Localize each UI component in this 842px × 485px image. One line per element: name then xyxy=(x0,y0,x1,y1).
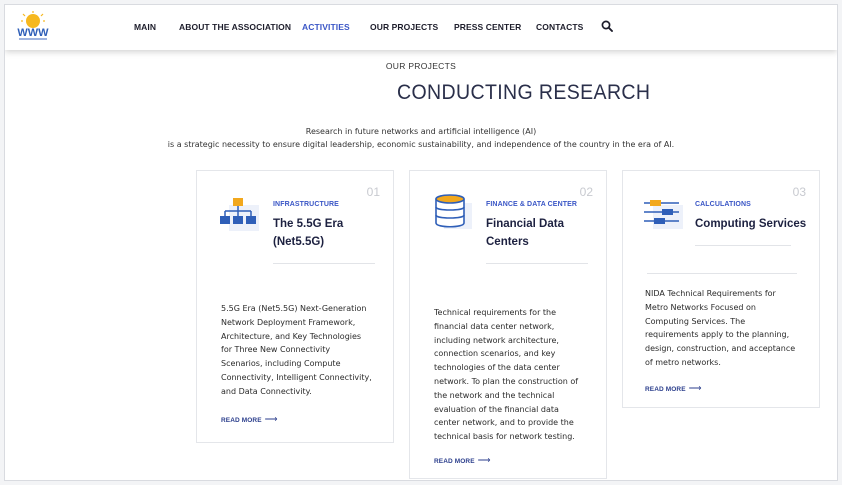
desc-line: center network, and to provide the xyxy=(434,418,574,428)
card-number: 02 xyxy=(579,185,593,199)
card-description: NIDA Technical Requirements for Metro Ne… xyxy=(645,287,795,370)
desc-line: design, construction, and acceptance xyxy=(645,344,796,354)
arrow-right-icon: ⟶ xyxy=(688,383,702,393)
intro-line-2: is a strategic necessity to ensure digit… xyxy=(167,140,675,149)
top-navbar: WWW MAIN ABOUT THE ASSOCIATION ACTIVITIE… xyxy=(5,5,837,50)
desc-line: evaluation of the financial data xyxy=(434,404,559,414)
nav-press-center[interactable]: PRESS CENTER xyxy=(454,22,521,32)
desc-line: Metro Networks Focused on xyxy=(645,302,756,312)
desc-line: Computing Services. The xyxy=(645,316,746,326)
desc-line: technical basis for network testing. xyxy=(434,432,575,442)
card-number: 03 xyxy=(792,185,806,199)
card-title[interactable]: Financial Data Centers xyxy=(486,215,564,251)
desc-line: requirements apply to the planning, xyxy=(645,330,790,340)
sun-logo-icon[interactable]: WWW xyxy=(13,11,53,43)
page-frame: WWW MAIN ABOUT THE ASSOCIATION ACTIVITIE… xyxy=(4,4,838,481)
card-category: INFRASTRUCTURE xyxy=(273,201,339,208)
card-title[interactable]: Computing Services xyxy=(695,215,806,233)
card-category: FINANCE & DATA CENTER xyxy=(486,201,578,208)
desc-line: including network architecture, xyxy=(434,335,559,345)
nav-contacts[interactable]: CONTACTS xyxy=(536,22,583,32)
card-description: 5.5G Era (Net5.5G) Next-Generation Netwo… xyxy=(221,302,372,399)
desc-line: Technical requirements for the xyxy=(434,308,557,317)
arrow-right-icon: ⟶ xyxy=(264,414,278,424)
read-more-link[interactable]: READ MORE ⟶ xyxy=(645,383,702,394)
card-divider xyxy=(486,263,588,264)
database-icon xyxy=(435,194,472,229)
read-more-label: READ MORE xyxy=(221,417,262,424)
svg-text:WWW: WWW xyxy=(17,27,49,39)
card-title-line-1: Computing Services xyxy=(695,218,807,230)
read-more-label: READ MORE xyxy=(645,386,686,393)
arrow-right-icon: ⟶ xyxy=(477,455,491,465)
card-divider xyxy=(273,263,375,264)
sliders-icon xyxy=(644,200,683,229)
project-card-infrastructure[interactable]: 01 INFRASTRUCTURE The 5.5G Era (Net5.5G)… xyxy=(196,170,394,443)
read-more-link[interactable]: READ MORE ⟶ xyxy=(221,414,278,425)
card-description: Technical requirements for the financial… xyxy=(434,306,578,444)
nav-main[interactable]: MAIN xyxy=(134,22,156,32)
desc-line: 5.5G Era (Net5.5G) Next-Generation xyxy=(221,304,367,313)
section-kicker: OUR PROJECTS xyxy=(385,61,457,71)
desc-line: Scenarios, including Compute xyxy=(221,359,341,369)
read-more-label: READ MORE xyxy=(434,458,475,465)
project-card-calculations[interactable]: 03 CALCULATIONS Computing Services NIDA … xyxy=(622,170,820,408)
desc-line: technologies of the data center xyxy=(434,363,560,373)
desc-line: and Data Connectivity. xyxy=(221,386,312,396)
card-divider-lower xyxy=(647,273,797,274)
desc-line: of metro networks. xyxy=(645,357,721,367)
desc-line: network. To plan the construction of xyxy=(434,376,579,386)
card-divider xyxy=(695,245,791,246)
desc-line: for Three New Connectivity xyxy=(221,345,331,355)
intro-line-1: Research in future networks and artifici… xyxy=(305,127,537,136)
card-title-line-2: Centers xyxy=(486,236,529,248)
desc-line: connection scenarios, and key xyxy=(434,349,556,359)
nav-activities[interactable]: ACTIVITIES xyxy=(302,22,350,32)
card-number: 01 xyxy=(366,185,380,199)
card-title-line-2: (Net5.5G) xyxy=(273,236,325,248)
card-category: CALCULATIONS xyxy=(695,201,751,208)
nav-about-association[interactable]: ABOUT THE ASSOCIATION xyxy=(179,22,291,32)
search-icon[interactable] xyxy=(601,20,613,32)
desc-line: the network and the technical xyxy=(434,390,555,400)
project-card-finance[interactable]: 02 FINANCE & DATA CENTER Financial Data … xyxy=(409,170,607,479)
desc-line: NIDA Technical Requirements for xyxy=(645,289,776,298)
read-more-link[interactable]: READ MORE ⟶ xyxy=(434,455,491,466)
page-title: CONDUCTING RESEARCH xyxy=(397,81,651,104)
nav-our-projects[interactable]: OUR PROJECTS xyxy=(370,22,438,32)
card-title[interactable]: The 5.5G Era (Net5.5G) xyxy=(273,215,343,251)
card-title-line-1: Financial Data xyxy=(486,218,564,230)
network-hierarchy-icon xyxy=(220,198,259,231)
desc-line: financial data center network, xyxy=(434,321,555,331)
desc-line: Architecture, and Key Technologies xyxy=(221,331,362,341)
desc-line: Network Deployment Framework, xyxy=(221,317,356,327)
desc-line: Connectivity, Intelligent Connectivity, xyxy=(221,372,372,382)
card-title-line-1: The 5.5G Era xyxy=(273,218,344,230)
